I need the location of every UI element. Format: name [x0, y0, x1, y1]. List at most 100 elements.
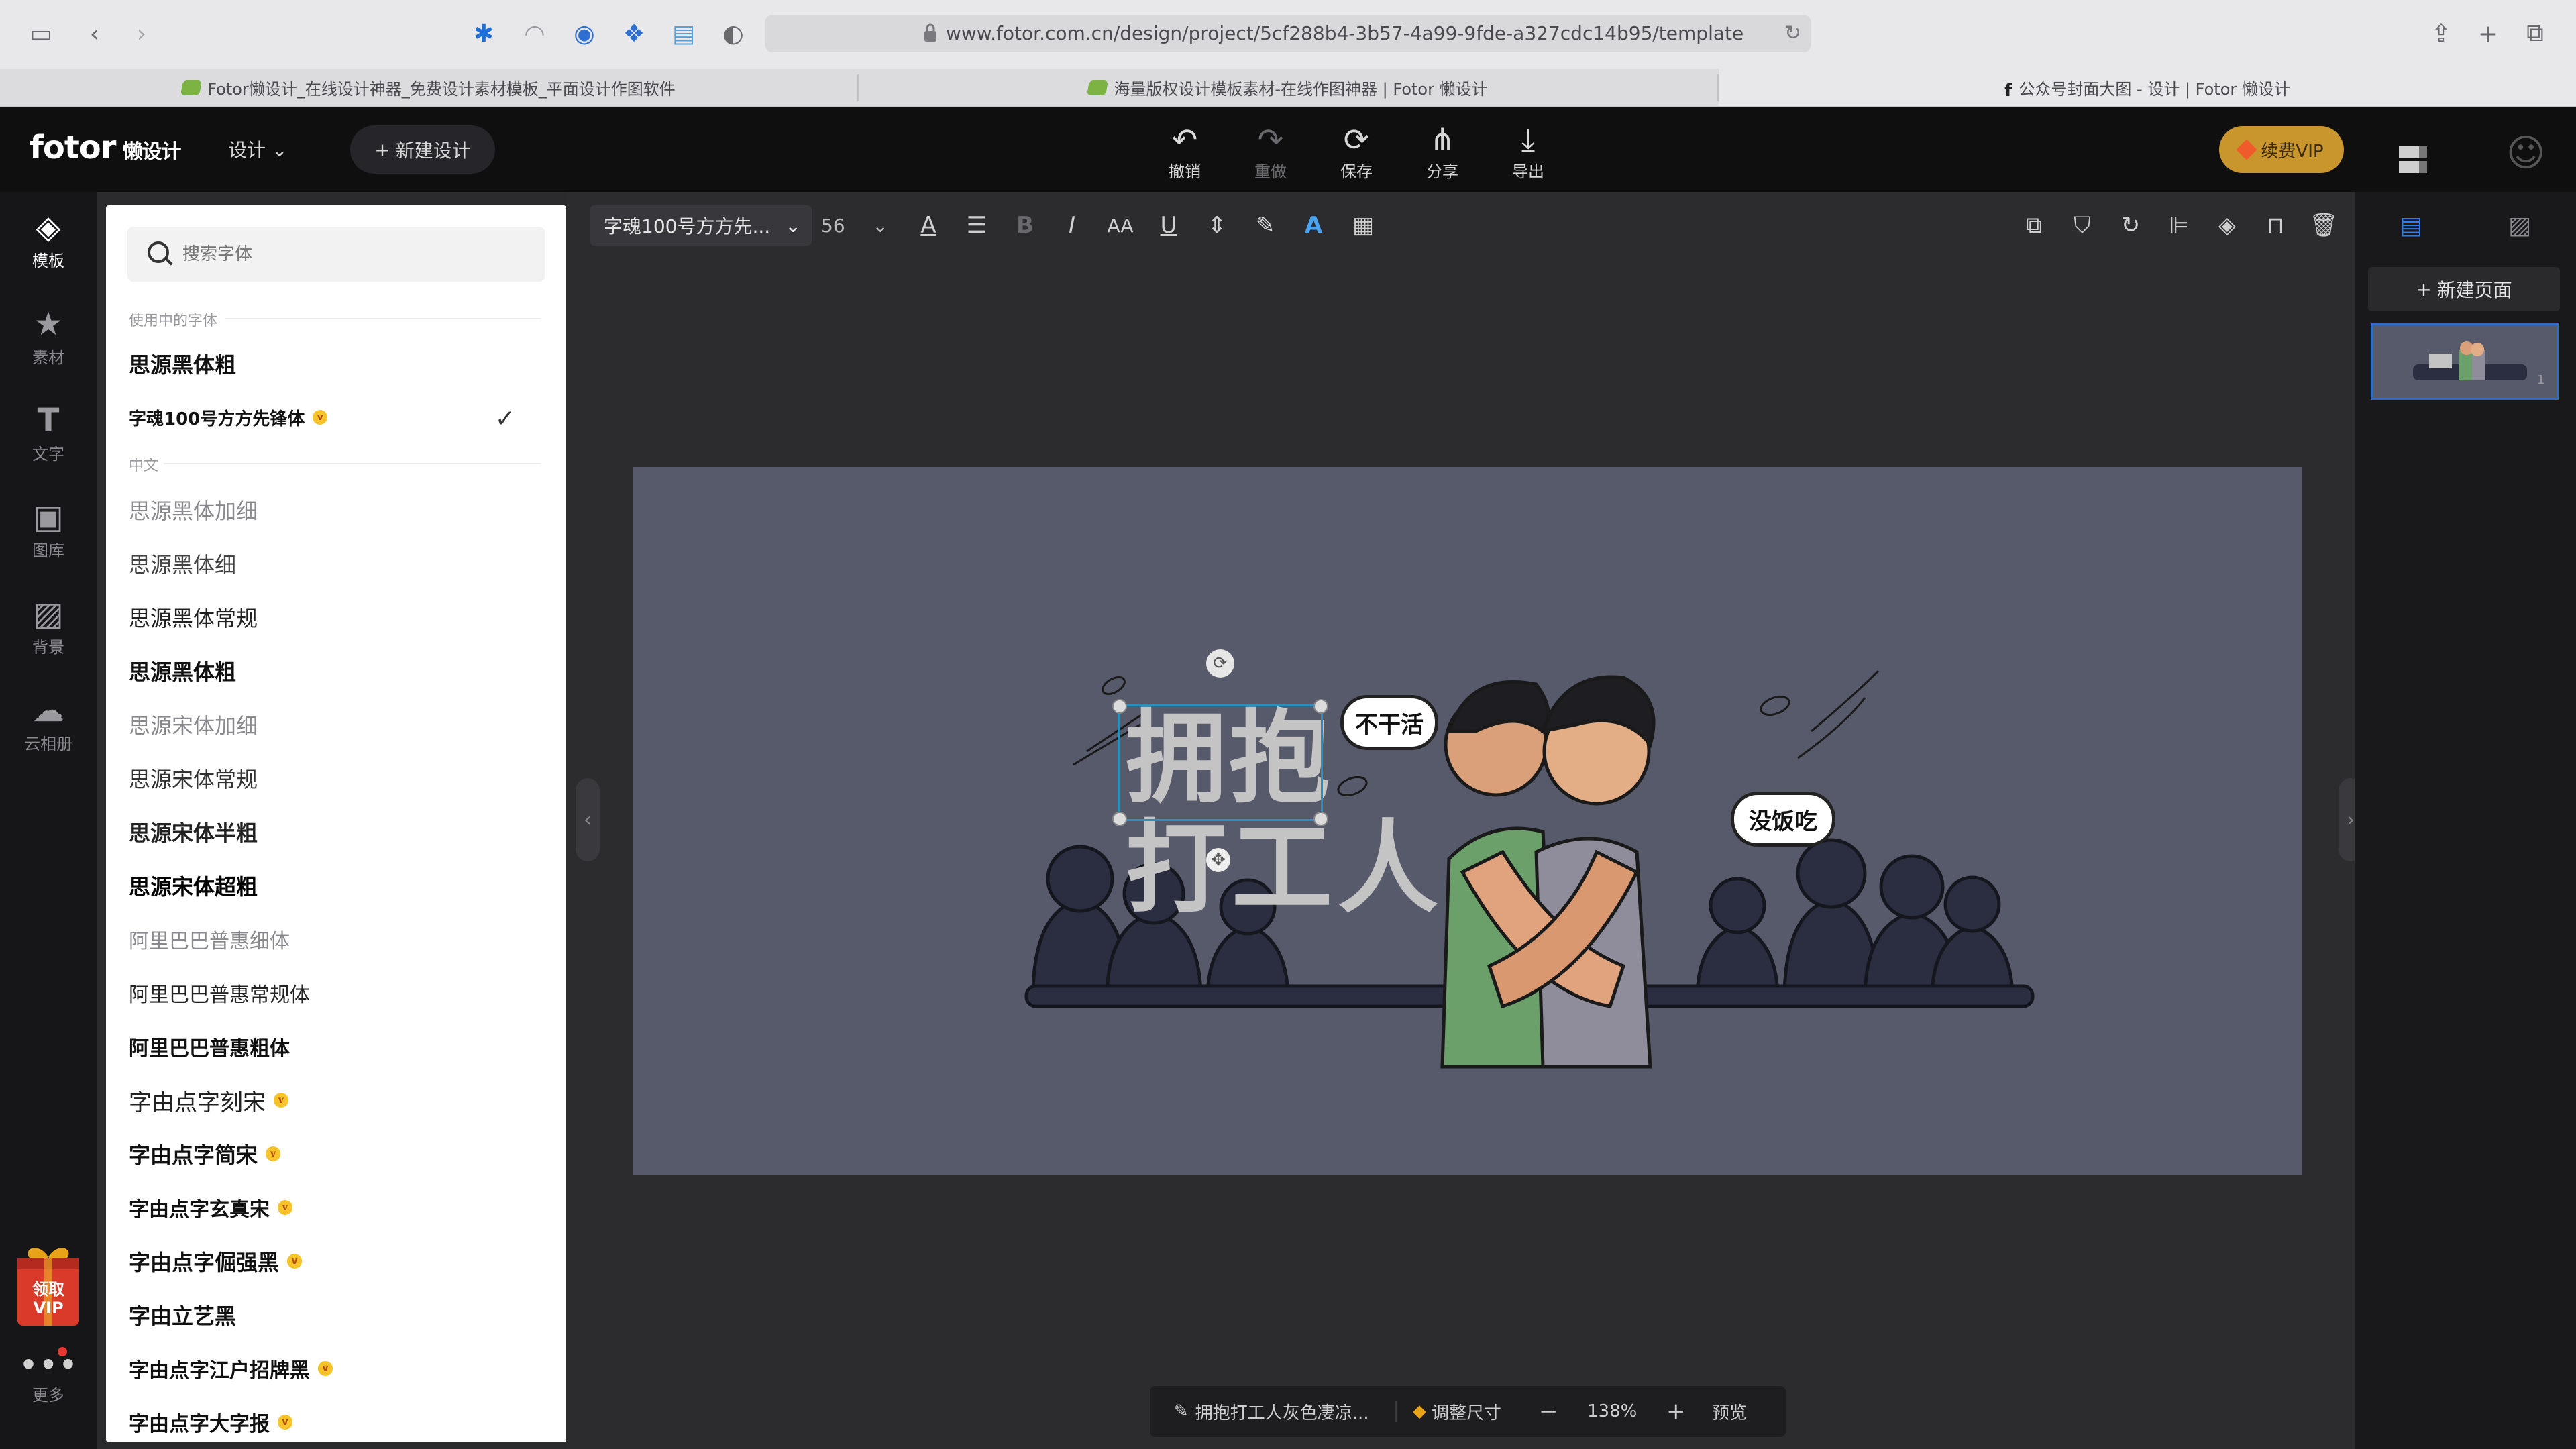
share-browser-icon[interactable]: ⇪ — [2424, 17, 2458, 50]
font-item[interactable]: 阿里巴巴普惠常规体 — [129, 969, 545, 1017]
resize-handle[interactable] — [1112, 812, 1127, 826]
speech-bubble-2[interactable]: 没饭吃 — [1731, 792, 1835, 847]
lock-icon[interactable]: ⊓ — [2257, 205, 2294, 246]
undo-button[interactable]: ↶ 撤销 — [1151, 121, 1218, 181]
pages-tab-icon[interactable]: ▤ — [2371, 201, 2451, 250]
selection-box[interactable] — [1112, 699, 1328, 826]
url-text[interactable]: www.fotor.com.cn/design/project/5cf288b4… — [946, 22, 1743, 44]
align-icon[interactable]: ☰ — [958, 205, 996, 246]
sidebar-toggle-icon[interactable]: ▭ — [24, 17, 58, 50]
italic-icon[interactable]: I — [1053, 205, 1091, 246]
tab-cover-design[interactable]: f 公众号封面大图 - 设计 | Fotor 懒设计 — [1719, 69, 2576, 106]
font-item[interactable]: 思源黑体细 — [129, 539, 545, 588]
preview-button[interactable]: 预览 — [1712, 1386, 1747, 1437]
font-family-select[interactable]: 字魂100号方方先... ⌄ — [590, 205, 812, 246]
rail-item-template[interactable]: ◈ 模板 — [0, 199, 97, 279]
font-item[interactable]: 思源黑体常规 — [129, 593, 545, 641]
rail-item-elements[interactable]: ★ 素材 — [0, 295, 97, 376]
new-page-button[interactable]: + 新建页面 — [2368, 267, 2560, 311]
copy-icon[interactable]: ⧉ — [2015, 205, 2053, 246]
zoom-out-button[interactable]: − — [1539, 1386, 1558, 1437]
resize-handle[interactable] — [1313, 699, 1328, 714]
canvas-title-line2[interactable]: 打工人 — [1126, 810, 1444, 927]
plus-icon: + — [374, 138, 390, 161]
resize-handle[interactable] — [1313, 812, 1328, 826]
extension-icon-1[interactable]: ✱ — [467, 17, 500, 50]
font-item[interactable]: 思源宋体常规 — [129, 754, 545, 802]
font-item[interactable]: 字由点字刻宋 v — [129, 1076, 545, 1124]
new-tab-icon[interactable]: + — [2471, 17, 2505, 50]
design-menu[interactable]: 设计 ⌄ — [228, 136, 287, 162]
shield-icon[interactable]: ◐ — [716, 17, 750, 50]
font-item[interactable]: 字由点字简宋 v — [129, 1130, 545, 1178]
resize-button[interactable]: ◆ 调整尺寸 — [1413, 1386, 1501, 1437]
extension-icon-4[interactable]: ▤ — [667, 17, 700, 50]
collapse-left-panel[interactable]: ‹ — [576, 778, 600, 861]
user-avatar-icon[interactable]: ☺ — [2506, 131, 2545, 175]
tab-templates[interactable]: 海量版权设计模板素材-在线作图神器 | Fotor 懒设计 — [859, 69, 1717, 106]
line-spacing-icon[interactable]: ⇕ — [1198, 205, 1236, 246]
chevron-down-icon: ⌄ — [271, 139, 288, 161]
page-thumbnail[interactable] — [2371, 323, 2559, 400]
image-tab-icon[interactable]: ▨ — [2479, 201, 2560, 250]
rotate-handle-icon[interactable]: ⟳ — [1206, 649, 1234, 678]
rss-icon[interactable]: ◠ — [518, 17, 551, 50]
team-avatars[interactable] — [2399, 146, 2459, 173]
reload-icon[interactable]: ↻ — [1784, 21, 1801, 45]
font-item[interactable]: 字由点字玄真宋 v — [129, 1183, 545, 1232]
font-search-input[interactable] — [181, 240, 533, 268]
stamp-icon[interactable]: ⛉ — [2063, 205, 2101, 246]
save-button[interactable]: ⟳ 保存 — [1323, 121, 1390, 181]
transparency-icon[interactable]: ▦ — [1344, 205, 1382, 246]
font-item[interactable]: 字由点字大字报 v — [129, 1398, 545, 1442]
tab-fotor-home[interactable]: Fotor懒设计_在线设计神器_免费设计素材模板_平面设计作图软件 — [0, 69, 857, 106]
font-item[interactable]: 阿里巴巴普惠粗体 — [129, 1022, 545, 1071]
font-item[interactable]: 字由立艺黑 — [129, 1291, 545, 1339]
rail-item-background[interactable]: ▨ 背景 — [0, 585, 97, 665]
text-color-icon[interactable]: A — [910, 205, 947, 246]
renew-vip-button[interactable]: 续费VIP — [2219, 126, 2344, 173]
speech-bubble-1[interactable]: 不干活 — [1340, 695, 1438, 750]
rotate-icon[interactable]: ↻ — [2112, 205, 2149, 246]
font-name: 思源黑体粗 — [129, 659, 237, 685]
new-design-button[interactable]: + 新建设计 — [350, 125, 495, 174]
move-handle-icon[interactable]: ✥ — [1206, 848, 1230, 872]
extension-icon-3[interactable]: ❖ — [617, 17, 651, 50]
tab-overview-icon[interactable]: ⧉ — [2518, 17, 2552, 50]
font-item[interactable]: 字由点字倔强黑 v — [129, 1237, 545, 1285]
font-item[interactable]: 思源宋体半粗 — [129, 808, 545, 856]
resize-handle[interactable] — [1112, 699, 1127, 714]
font-item[interactable]: 思源黑体加细 — [129, 486, 545, 534]
zoom-in-button[interactable]: + — [1666, 1386, 1686, 1437]
rail-item-cloud[interactable]: ☁ 云相册 — [0, 682, 97, 762]
export-button[interactable]: ⤓ 导出 — [1495, 121, 1562, 181]
redo-button[interactable]: ↷ 重做 — [1237, 121, 1304, 181]
more-button[interactable]: ••• 更多 — [0, 1348, 97, 1422]
font-search[interactable] — [127, 227, 545, 282]
zoom-level[interactable]: 138% — [1587, 1386, 1637, 1437]
font-item[interactable]: 字由点字江户招牌黑 v — [129, 1344, 545, 1393]
font-item[interactable]: 字魂100号方方先锋体 v ✓ — [129, 393, 545, 441]
bold-icon[interactable]: B — [1006, 205, 1044, 246]
design-title[interactable]: ✎ 拥抱打工人灰色凄凉... — [1174, 1386, 1369, 1437]
highlight-icon[interactable]: ✎ — [1246, 205, 1284, 246]
underline-icon[interactable]: U — [1150, 205, 1187, 246]
font-item[interactable]: 思源宋体超粗 — [129, 861, 545, 910]
extension-icon-2[interactable]: ◉ — [568, 17, 601, 50]
rail-item-text[interactable]: T 文字 — [0, 392, 97, 472]
layers-icon[interactable]: ◈ — [2208, 205, 2246, 246]
font-size-select[interactable]: 56 ⌄ — [814, 205, 895, 246]
font-item[interactable]: 思源宋体加细 — [129, 700, 545, 749]
delete-icon[interactable]: 🗑 — [2305, 205, 2343, 246]
font-item[interactable]: 思源黑体粗 — [129, 647, 545, 695]
back-icon[interactable]: ‹ — [78, 17, 111, 50]
text-effect-icon[interactable]: A — [1295, 205, 1332, 246]
rail-item-gallery[interactable]: ▣ 图库 — [0, 488, 97, 569]
align-left-icon[interactable]: ⊫ — [2160, 205, 2198, 246]
font-item[interactable]: 阿里巴巴普惠细体 — [129, 915, 545, 963]
share-button[interactable]: ⋔ 分享 — [1409, 121, 1476, 181]
forward-icon[interactable]: › — [125, 17, 158, 50]
letter-case-icon[interactable]: AA — [1102, 205, 1139, 246]
font-item[interactable]: 思源黑体粗 — [129, 339, 545, 388]
logo[interactable]: fotor 懒设计 — [30, 129, 181, 166]
